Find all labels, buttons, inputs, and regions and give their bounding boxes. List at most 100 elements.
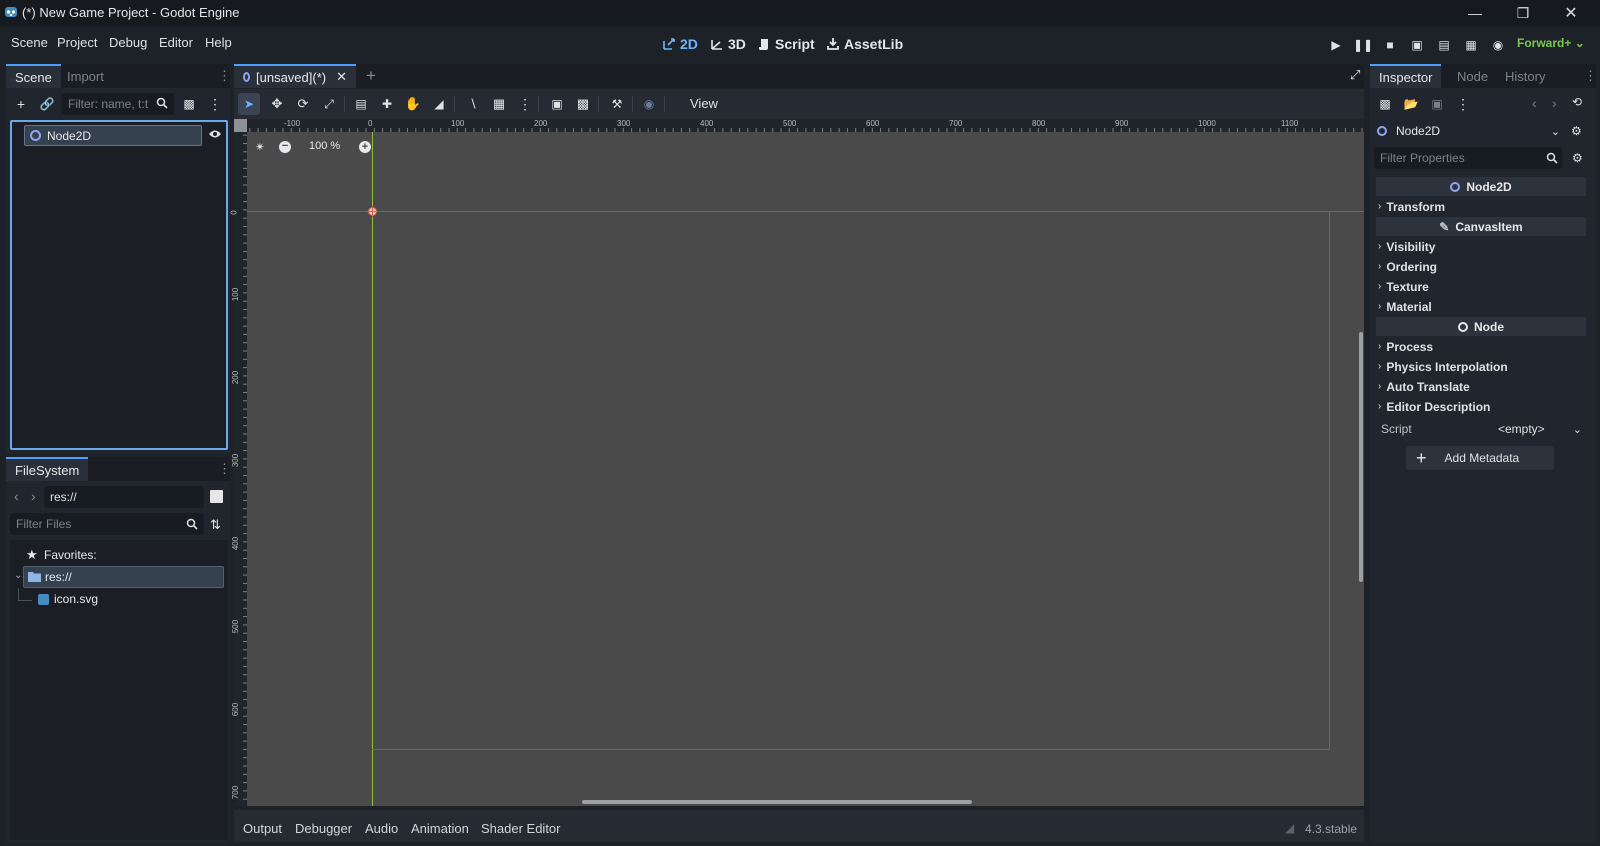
section-visibility[interactable]: › Visibility: [1378, 237, 1435, 256]
dock-menu-icon[interactable]: ⋮: [218, 68, 231, 84]
move-mode-icon[interactable]: ✥: [266, 93, 288, 115]
stop-icon[interactable]: ■: [1379, 34, 1401, 56]
property-settings-icon[interactable]: ⚙: [1572, 151, 1583, 165]
bottom-tab-debugger[interactable]: Debugger: [295, 821, 352, 836]
tree-item-node2d[interactable]: Node2D: [24, 125, 202, 146]
filter-files-input[interactable]: Filter Files: [10, 513, 204, 535]
remote-debug-icon[interactable]: ▣: [1406, 34, 1428, 56]
new-resource-icon[interactable]: ▩: [1374, 93, 1396, 115]
movie-maker-icon[interactable]: ◉: [1487, 34, 1509, 56]
open-folder-icon[interactable]: 📂: [1400, 93, 1422, 115]
tab-import[interactable]: Import: [58, 64, 113, 88]
grid-snap-icon[interactable]: ▦: [488, 93, 510, 115]
menu-help[interactable]: Help: [205, 35, 232, 50]
section-editor-description[interactable]: › Editor Description: [1378, 397, 1490, 416]
tab-inspector[interactable]: Inspector: [1370, 64, 1442, 88]
chevron-down-icon[interactable]: ⌄: [14, 570, 22, 581]
viewport-canvas[interactable]: ✴ − 100 % +: [247, 132, 1364, 806]
play-icon[interactable]: ▶: [1325, 34, 1347, 56]
rotate-mode-icon[interactable]: ⟳: [292, 93, 314, 115]
pause-icon[interactable]: ❚❚: [1352, 34, 1374, 56]
add-metadata-button[interactable]: + Add Metadata: [1406, 446, 1554, 470]
bottom-tab-output[interactable]: Output: [243, 821, 282, 836]
add-node-icon[interactable]: +: [10, 93, 32, 115]
center-view-icon[interactable]: ✴: [255, 140, 265, 154]
restore-icon[interactable]: ❐: [1500, 0, 1546, 26]
object-selector[interactable]: Node2D ⌄: [1374, 120, 1562, 142]
dock-menu-icon[interactable]: ⋮: [1584, 68, 1597, 84]
workspace-script-button[interactable]: Script: [757, 34, 815, 54]
group-icon[interactable]: ▩: [572, 93, 594, 115]
tab-filesystem[interactable]: FileSystem: [6, 457, 89, 481]
back-icon[interactable]: ‹: [14, 488, 19, 504]
section-ordering[interactable]: › Ordering: [1378, 257, 1437, 276]
save-icon[interactable]: ▣: [1426, 93, 1448, 115]
history-forward-icon[interactable]: ›: [1552, 95, 1557, 111]
zoom-in-icon[interactable]: +: [359, 141, 371, 153]
path-field[interactable]: res://: [44, 486, 204, 508]
select-mode-icon[interactable]: ➤: [238, 93, 260, 115]
override-camera-icon[interactable]: ◉: [638, 93, 660, 115]
visibility-eye-icon[interactable]: [208, 128, 222, 140]
file-item-label[interactable]: icon.svg: [54, 592, 98, 606]
section-texture[interactable]: › Texture: [1378, 277, 1429, 296]
inspector-menu-icon[interactable]: ⋮: [1452, 93, 1474, 115]
tab-scene[interactable]: Scene: [6, 64, 61, 88]
section-auto-translate[interactable]: › Auto Translate: [1378, 377, 1470, 396]
instance-scene-icon[interactable]: 🔗: [36, 93, 58, 115]
add-scene-tab-icon[interactable]: +: [366, 66, 376, 86]
node-docs-icon[interactable]: ⚙: [1571, 124, 1582, 138]
bottom-tab-animation[interactable]: Animation: [411, 821, 469, 836]
zoom-level[interactable]: 100 %: [309, 140, 340, 152]
sort-icon[interactable]: ⇅: [210, 517, 221, 533]
attach-script-icon[interactable]: ▩: [178, 93, 200, 115]
view-menu[interactable]: View: [690, 96, 718, 111]
pivot-mode-icon[interactable]: ✚: [376, 93, 398, 115]
scene-tree-menu-icon[interactable]: ⋮: [204, 93, 226, 115]
vertical-scrollbar[interactable]: [1359, 332, 1363, 582]
section-process[interactable]: › Process: [1378, 337, 1433, 356]
bottom-tab-shader-editor[interactable]: Shader Editor: [481, 821, 561, 836]
script-property-value[interactable]: <empty> ⌄: [1472, 418, 1582, 440]
renderer-selector[interactable]: Forward+ ⌄: [1517, 36, 1585, 50]
menu-scene[interactable]: Scene: [11, 35, 48, 50]
minimize-icon[interactable]: —: [1452, 0, 1498, 26]
lock-icon[interactable]: ▣: [546, 93, 568, 115]
workspace-assetlib-button[interactable]: AssetLib: [826, 34, 903, 54]
scale-mode-icon[interactable]: ⤢: [318, 93, 340, 115]
toggle-split-mode-icon[interactable]: [210, 490, 223, 503]
play-custom-scene-icon[interactable]: ▦: [1460, 34, 1482, 56]
version-label[interactable]: 4.3.stable: [1305, 822, 1357, 836]
tab-node[interactable]: Node: [1448, 64, 1497, 88]
list-select-icon[interactable]: ▤: [350, 93, 372, 115]
close-tab-icon[interactable]: ✕: [336, 69, 347, 85]
menu-debug[interactable]: Debug: [109, 35, 147, 50]
dock-menu-icon[interactable]: ⋮: [218, 461, 231, 477]
zoom-out-icon[interactable]: −: [279, 141, 291, 153]
smart-snap-icon[interactable]: ∖: [462, 93, 484, 115]
file-item-res[interactable]: res://: [23, 566, 224, 588]
ruler-mode-icon[interactable]: ◢: [428, 93, 450, 115]
distraction-free-icon[interactable]: ⤢: [1350, 67, 1360, 83]
workspace-3d-button[interactable]: 3D: [710, 34, 746, 54]
play-scene-icon[interactable]: ▤: [1433, 34, 1455, 56]
menu-editor[interactable]: Editor: [159, 35, 193, 50]
skeleton-icon[interactable]: ⚒: [606, 93, 628, 115]
horizontal-scrollbar[interactable]: [582, 800, 972, 804]
section-physics-interpolation[interactable]: › Physics Interpolation: [1378, 357, 1508, 376]
tab-history[interactable]: History: [1496, 64, 1554, 88]
filter-properties-input[interactable]: Filter Properties: [1374, 147, 1562, 169]
workspace-2d-button[interactable]: 2D: [662, 34, 698, 54]
snap-options-icon[interactable]: ⋮: [514, 93, 536, 115]
menu-project[interactable]: Project: [57, 35, 97, 50]
close-icon[interactable]: ✕: [1548, 0, 1594, 26]
section-material[interactable]: › Material: [1378, 297, 1432, 316]
section-transform[interactable]: › Transform: [1378, 197, 1445, 216]
category-node: Node: [1376, 317, 1586, 336]
forward-icon[interactable]: ›: [31, 488, 36, 504]
bottom-tab-audio[interactable]: Audio: [365, 821, 398, 836]
scene-tab-unsaved[interactable]: [unsaved](*) ✕: [234, 64, 356, 88]
object-history-icon[interactable]: ⟲: [1572, 95, 1582, 109]
pan-mode-icon[interactable]: ✋: [402, 93, 424, 115]
history-back-icon[interactable]: ‹: [1532, 95, 1537, 111]
